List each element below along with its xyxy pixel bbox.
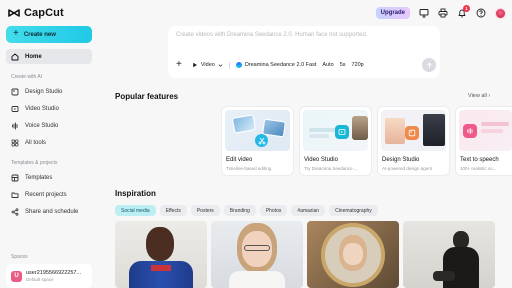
section-label-templates-projects: Templates & projects bbox=[11, 160, 58, 166]
feature-subtitle: Timeline-based editing bbox=[226, 166, 272, 171]
inspiration-photo[interactable] bbox=[307, 221, 399, 288]
design-studio-thumbnail bbox=[381, 110, 446, 151]
help-icon[interactable] bbox=[476, 8, 486, 18]
text-to-speech-thumbnail bbox=[459, 110, 512, 151]
bell-icon[interactable]: 1 bbox=[457, 5, 470, 18]
notification-badge: 1 bbox=[463, 5, 470, 12]
text-to-speech-badge-icon bbox=[463, 124, 477, 138]
sidebar-item-voice-studio[interactable]: Voice Studio bbox=[6, 118, 92, 133]
sidebar-item-recent-projects[interactable]: Recent projects bbox=[6, 187, 92, 202]
feature-title: Design Studio bbox=[382, 157, 420, 163]
capcut-logo-icon bbox=[8, 8, 20, 18]
view-all-link[interactable]: View all › bbox=[468, 93, 490, 99]
play-icon bbox=[193, 62, 197, 68]
create-new-button[interactable]: + Create new bbox=[6, 26, 92, 43]
duration-select[interactable]: 5s bbox=[340, 62, 346, 68]
feature-subtitle: AI-powered design agent bbox=[382, 166, 433, 171]
sidebar: + Create new Home Create with AI Design … bbox=[0, 26, 97, 288]
sidebar-item-label: Voice Studio bbox=[25, 122, 59, 129]
sidebar-item-video-studio[interactable]: Video Studio bbox=[6, 101, 92, 116]
share-icon bbox=[11, 207, 19, 216]
chip-amazian[interactable]: #amazian bbox=[291, 205, 326, 216]
sidebar-item-label: Design Studio bbox=[25, 88, 63, 95]
video-studio-badge-icon bbox=[335, 125, 349, 139]
sidebar-item-design-studio[interactable]: Design Studio bbox=[6, 84, 92, 99]
chevron-down-icon bbox=[218, 63, 223, 67]
model-select[interactable]: Dreamina Seedance 2.0 Fast bbox=[235, 62, 317, 68]
chip-branding[interactable]: Branding bbox=[223, 205, 256, 216]
inspiration-photo[interactable] bbox=[403, 221, 495, 288]
feature-subtitle: 100+ realistic vo... bbox=[460, 166, 497, 171]
design-studio-badge-icon bbox=[405, 126, 419, 140]
sidebar-item-label: Home bbox=[25, 53, 42, 60]
feature-title: Edit video bbox=[226, 157, 253, 163]
print-icon[interactable] bbox=[438, 8, 448, 18]
sidebar-item-label: Video Studio bbox=[25, 105, 59, 112]
prompt-toolbar: + Video Dreamina Seedance 2.0 Fast Auto … bbox=[176, 60, 364, 70]
scissors-icon bbox=[255, 134, 268, 147]
prompt-input[interactable]: Create videos with Dreamina Seedance 2.0… bbox=[176, 32, 367, 38]
video-studio-icon bbox=[11, 105, 19, 112]
top-bar: CapCut Upgrade 1 bbox=[0, 0, 512, 26]
popular-features-title: Popular features bbox=[115, 92, 179, 101]
space-subtitle: Default space bbox=[26, 277, 54, 282]
plus-icon: + bbox=[13, 28, 19, 39]
inspiration-chips: Social media Effects Posters Branding Ph… bbox=[115, 205, 378, 216]
add-media-icon[interactable]: + bbox=[176, 60, 182, 70]
mode-label: Video bbox=[200, 62, 215, 68]
mode-select[interactable]: Video bbox=[192, 62, 223, 68]
voice-studio-icon bbox=[12, 122, 18, 129]
sidebar-item-label: Templates bbox=[25, 174, 53, 181]
sidebar-item-share-schedule[interactable]: Share and schedule bbox=[6, 204, 92, 219]
upgrade-button[interactable]: Upgrade bbox=[375, 7, 410, 19]
edit-video-thumbnail bbox=[225, 110, 290, 151]
section-label-create-with-ai: Create with AI bbox=[11, 74, 43, 80]
space-switcher[interactable]: U user2195566922257... Default space bbox=[6, 264, 92, 288]
folder-icon bbox=[11, 192, 19, 198]
video-studio-thumbnail bbox=[303, 110, 368, 151]
chip-posters[interactable]: Posters bbox=[190, 205, 220, 216]
inspiration-title: Inspiration bbox=[115, 189, 156, 198]
feature-title: Text to speech bbox=[460, 157, 499, 163]
space-name: user2195566922257... bbox=[26, 270, 82, 276]
chip-photos[interactable]: Photos bbox=[259, 205, 288, 216]
sidebar-item-templates[interactable]: Templates bbox=[6, 170, 92, 185]
arrow-up-icon bbox=[426, 62, 432, 68]
chip-cinematography[interactable]: Cinematography bbox=[329, 205, 378, 216]
resolution-select[interactable]: 720p bbox=[352, 62, 364, 68]
home-icon bbox=[11, 53, 19, 60]
inspiration-photo[interactable] bbox=[115, 221, 207, 288]
ratio-select[interactable]: Auto bbox=[322, 62, 333, 68]
sidebar-item-all-tools[interactable]: All tools bbox=[6, 135, 92, 150]
section-label-spaces: Spaces bbox=[11, 254, 28, 260]
model-icon bbox=[235, 62, 242, 68]
user-avatar[interactable] bbox=[495, 7, 506, 19]
chip-effects[interactable]: Effects bbox=[159, 205, 187, 216]
grid-icon bbox=[11, 139, 19, 146]
model-label: Dreamina Seedance 2.0 Fast bbox=[244, 62, 317, 68]
feature-card-text-to-speech[interactable]: Text to speech 100+ realistic vo... bbox=[455, 106, 512, 176]
sidebar-item-home[interactable]: Home bbox=[6, 49, 92, 64]
feature-subtitle: Try Dreamina Seedance ... bbox=[304, 166, 358, 171]
feature-card-video-studio[interactable]: Video Studio Try Dreamina Seedance ... bbox=[299, 106, 372, 176]
send-button[interactable] bbox=[422, 58, 436, 72]
create-new-label: Create new bbox=[23, 31, 56, 38]
monitor-icon[interactable] bbox=[419, 8, 429, 18]
inspiration-photo[interactable] bbox=[211, 221, 303, 288]
logo-text: CapCut bbox=[24, 7, 64, 19]
sidebar-item-label: Recent projects bbox=[25, 191, 67, 198]
divider bbox=[228, 61, 230, 69]
feature-card-design-studio[interactable]: Design Studio AI-powered design agent bbox=[377, 106, 450, 176]
chip-social-media[interactable]: Social media bbox=[115, 205, 156, 216]
logo[interactable]: CapCut bbox=[8, 7, 64, 19]
prompt-box: Create videos with Dreamina Seedance 2.0… bbox=[168, 26, 440, 78]
space-avatar: U bbox=[11, 270, 22, 282]
sidebar-item-label: Share and schedule bbox=[25, 208, 79, 215]
sidebar-item-label: All tools bbox=[25, 139, 47, 146]
templates-icon bbox=[11, 174, 19, 181]
feature-title: Video Studio bbox=[304, 157, 338, 163]
design-studio-icon bbox=[11, 88, 19, 95]
feature-card-edit-video[interactable]: Edit video Timeline-based editing bbox=[221, 106, 294, 176]
